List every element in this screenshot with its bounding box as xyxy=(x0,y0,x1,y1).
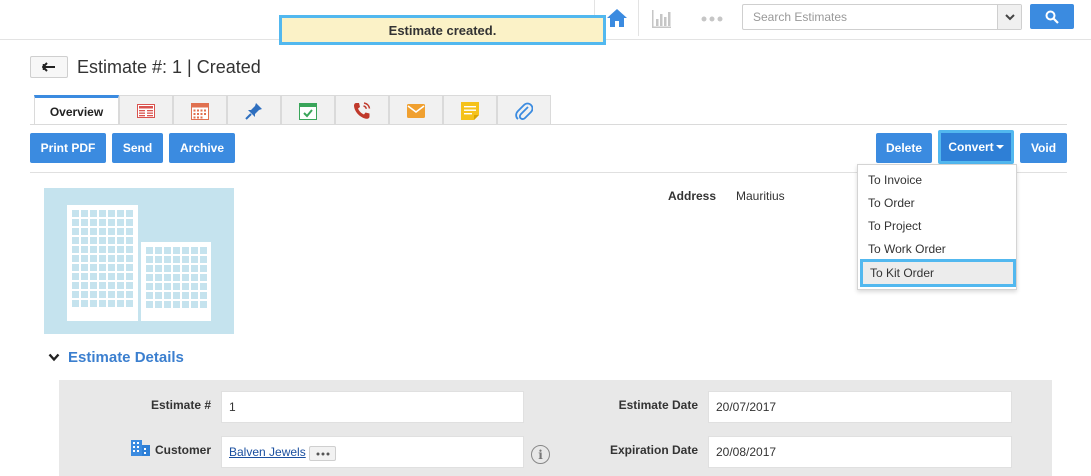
more-options-button[interactable] xyxy=(698,6,726,32)
details-list-icon xyxy=(137,103,155,118)
send-label: Send xyxy=(122,141,153,155)
pin-icon xyxy=(245,102,262,120)
estimate-details-header[interactable]: Estimate Details xyxy=(48,349,184,366)
search-input[interactable] xyxy=(743,5,997,29)
record-tabs: Overview xyxy=(34,95,551,125)
menu-item-to-invoice[interactable]: To Invoice xyxy=(858,169,1016,191)
toast-message: Estimate created. xyxy=(388,22,497,38)
chevron-down-icon xyxy=(1004,13,1015,20)
home-icon xyxy=(606,9,627,27)
delete-button[interactable]: Delete xyxy=(876,133,932,163)
tab-tasks[interactable] xyxy=(281,95,335,125)
archive-button[interactable]: Archive xyxy=(169,133,235,163)
toast-notification: Estimate created. xyxy=(279,15,606,45)
company-image[interactable] xyxy=(44,188,234,334)
bar-chart-icon xyxy=(652,10,671,28)
address-label: Address xyxy=(668,189,717,203)
menu-item-to-work-order[interactable]: To Work Order xyxy=(858,238,1016,260)
calendar-icon xyxy=(191,102,209,120)
tab-emails[interactable] xyxy=(389,95,443,125)
arrow-left-icon xyxy=(42,62,55,72)
ellipsis-icon xyxy=(701,16,723,22)
tab-sticky-notes[interactable] xyxy=(443,95,497,125)
tab-overview[interactable]: Overview xyxy=(34,95,119,125)
print-pdf-button[interactable]: Print PDF xyxy=(30,133,106,163)
convert-menu: To Invoice To Order To Project To Work O… xyxy=(857,164,1017,290)
tab-divider xyxy=(30,124,1067,125)
customer-link[interactable]: Balven Jewels xyxy=(229,445,306,459)
void-label: Void xyxy=(1030,141,1057,155)
address-value: Mauritius xyxy=(736,189,785,203)
expiration-date-label: Expiration Date xyxy=(609,443,698,457)
estimate-date-field[interactable]: 20/07/2017 xyxy=(708,391,1012,423)
convert-button[interactable]: Convert xyxy=(938,130,1014,164)
estimate-number-field[interactable]: 1 xyxy=(221,391,524,423)
convert-label: Convert xyxy=(948,140,994,154)
tab-calls[interactable] xyxy=(335,95,389,125)
reports-button[interactable] xyxy=(648,6,674,32)
menu-item-to-project[interactable]: To Project xyxy=(858,215,1016,237)
expiration-date-field[interactable]: 20/08/2017 xyxy=(708,436,1012,468)
customer-more-button[interactable] xyxy=(309,446,336,461)
page-title: Estimate #: 1 | Created xyxy=(77,57,261,77)
attachment-icon xyxy=(515,102,533,120)
archive-label: Archive xyxy=(179,141,225,155)
tab-details[interactable] xyxy=(119,95,173,125)
estimate-date-label: Estimate Date xyxy=(618,398,698,412)
building-icon xyxy=(67,205,211,321)
search-button[interactable] xyxy=(1030,4,1074,29)
search-filter-dropdown[interactable] xyxy=(997,5,1021,29)
customer-building-icon xyxy=(131,440,150,456)
email-icon xyxy=(407,103,425,118)
void-button[interactable]: Void xyxy=(1020,133,1067,163)
customer-label: Customer xyxy=(154,443,211,457)
send-button[interactable]: Send xyxy=(112,133,163,163)
tab-calendar[interactable] xyxy=(173,95,227,125)
sticky-note-icon xyxy=(461,101,479,120)
tab-notes-pin[interactable] xyxy=(227,95,281,125)
tab-attachments[interactable] xyxy=(497,95,551,125)
caret-down-icon xyxy=(995,145,1004,149)
chevron-down-icon xyxy=(48,353,60,362)
menu-item-to-kit-order[interactable]: To Kit Order xyxy=(860,259,1016,287)
section-title: Estimate Details xyxy=(68,349,184,366)
delete-label: Delete xyxy=(885,141,923,155)
back-button[interactable] xyxy=(30,56,68,78)
tab-overview-label: Overview xyxy=(49,104,104,119)
ellipsis-icon xyxy=(316,452,329,455)
menu-item-to-order[interactable]: To Order xyxy=(858,192,1016,214)
print-pdf-label: Print PDF xyxy=(40,141,96,155)
estimate-page: Estimate created. Estimate #: 1 | Create… xyxy=(0,0,1091,476)
search-icon xyxy=(1045,10,1059,24)
customer-field: Balven Jewels xyxy=(221,436,524,468)
info-icon[interactable]: i xyxy=(531,445,550,464)
task-check-icon xyxy=(299,102,317,120)
search-box xyxy=(742,4,1022,30)
phone-call-icon xyxy=(353,101,371,119)
estimate-number-label: Estimate # xyxy=(150,398,211,412)
